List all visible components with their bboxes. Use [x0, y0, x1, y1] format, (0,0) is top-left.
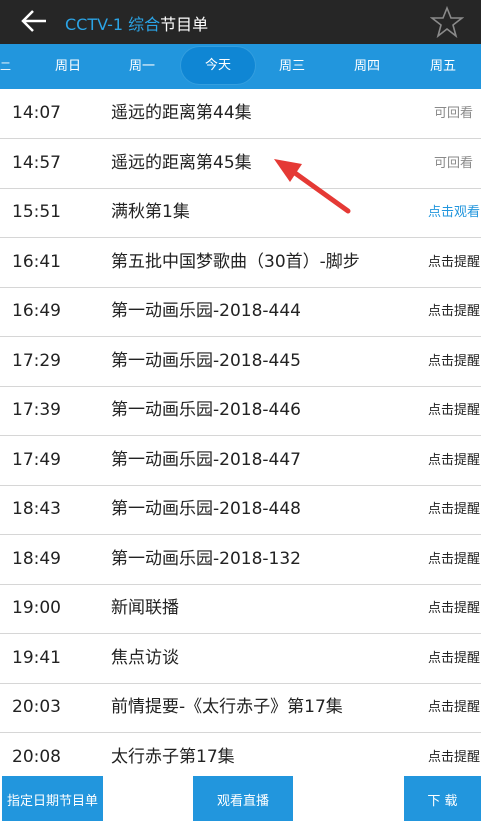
- program-row[interactable]: 17:29 第一动画乐园-2018-445 点击提醒: [0, 337, 481, 387]
- program-row[interactable]: 17:39 第一动画乐园-2018-446 点击提醒: [0, 386, 481, 436]
- watch-live-button[interactable]: 观看直播: [193, 776, 293, 821]
- remind-button[interactable]: 点击提醒: [428, 733, 480, 776]
- program-time: 14:57: [12, 153, 61, 173]
- program-time: 19:41: [12, 648, 61, 668]
- replay-label[interactable]: 可回看: [434, 139, 473, 188]
- program-title: 新闻联播: [111, 598, 179, 618]
- program-row[interactable]: 18:49 第一动画乐园-2018-132 点击提醒: [0, 535, 481, 585]
- page-title: CCTV-1 综合节目单: [65, 11, 208, 35]
- program-title: 焦点访谈: [111, 648, 179, 668]
- remind-button[interactable]: 点击提醒: [428, 238, 480, 287]
- program-title: 第一动画乐园-2018-447: [111, 450, 301, 470]
- replay-label[interactable]: 可回看: [434, 89, 473, 138]
- program-title: 第一动画乐园-2018-445: [111, 351, 301, 371]
- program-title: 第一动画乐园-2018-444: [111, 301, 301, 321]
- program-time: 15:51: [12, 202, 61, 222]
- program-title: 第一动画乐园-2018-132: [111, 549, 301, 569]
- remind-button[interactable]: 点击提醒: [428, 535, 480, 584]
- remind-button[interactable]: 点击提醒: [428, 386, 480, 435]
- title-suffix: 节目单: [160, 15, 209, 34]
- bottom-toolbar: 指定日期节目单 观看直播 下 载: [0, 776, 481, 821]
- remind-button[interactable]: 点击提醒: [428, 485, 480, 534]
- program-row[interactable]: 14:07 遥远的距离第44集 可回看: [0, 89, 481, 139]
- remind-button[interactable]: 点击提醒: [428, 584, 480, 633]
- remind-button[interactable]: 点击提醒: [428, 337, 480, 386]
- date-schedule-button[interactable]: 指定日期节目单: [2, 776, 103, 821]
- program-row[interactable]: 17:49 第一动画乐园-2018-447 点击提醒: [0, 436, 481, 486]
- tab-sunday[interactable]: 周日: [31, 44, 105, 89]
- tab-wednesday[interactable]: 周三: [255, 44, 329, 89]
- program-row[interactable]: 15:51 满秋第1集 点击观看: [0, 188, 481, 238]
- app-header: CCTV-1 综合节目单: [0, 0, 481, 44]
- program-title: 遥远的距离第44集: [111, 103, 252, 123]
- program-time: 16:41: [12, 252, 61, 272]
- program-time: 19:00: [12, 598, 61, 618]
- program-time: 20:03: [12, 697, 61, 717]
- tab-today[interactable]: 今天: [181, 47, 255, 84]
- program-time: 16:49: [12, 301, 61, 321]
- program-row[interactable]: 14:57 遥远的距离第45集 可回看: [0, 139, 481, 189]
- program-time: 17:29: [12, 351, 61, 371]
- program-time: 17:39: [12, 400, 61, 420]
- program-row[interactable]: 20:03 前情提要-《太行赤子》第17集 点击提醒: [0, 683, 481, 733]
- remind-button[interactable]: 点击提醒: [428, 287, 480, 336]
- tab-thursday[interactable]: 周四: [330, 44, 404, 89]
- tab-friday[interactable]: 周五: [406, 44, 480, 89]
- program-title: 前情提要-《太行赤子》第17集: [111, 697, 343, 717]
- channel-name: CCTV-1 综合: [65, 15, 161, 34]
- day-tabs: 二 周日 周一 今天 周三 周四 周五: [0, 44, 481, 89]
- program-title: 第一动画乐园-2018-446: [111, 400, 301, 420]
- remind-button[interactable]: 点击提醒: [428, 634, 480, 683]
- program-row[interactable]: 16:41 第五批中国梦歌曲（30首）-脚步 点击提醒: [0, 238, 481, 288]
- program-time: 17:49: [12, 450, 61, 470]
- program-row[interactable]: 20:08 太行赤子第17集 点击提醒: [0, 733, 481, 776]
- program-title: 第一动画乐园-2018-448: [111, 499, 301, 519]
- program-row[interactable]: 19:00 新闻联播 点击提醒: [0, 584, 481, 634]
- program-title: 满秋第1集: [111, 202, 190, 222]
- download-button[interactable]: 下 载: [404, 776, 481, 821]
- program-title: 太行赤子第17集: [111, 747, 235, 767]
- program-time: 20:08: [12, 747, 61, 767]
- program-title: 第五批中国梦歌曲（30首）-脚步: [111, 252, 360, 272]
- arrow-left-icon[interactable]: [16, 6, 52, 36]
- program-row[interactable]: 18:43 第一动画乐园-2018-448 点击提醒: [0, 485, 481, 535]
- program-row[interactable]: 16:49 第一动画乐园-2018-444 点击提醒: [0, 287, 481, 337]
- watch-button[interactable]: 点击观看: [428, 188, 480, 237]
- program-row[interactable]: 19:41 焦点访谈 点击提醒: [0, 634, 481, 684]
- program-time: 18:49: [12, 549, 61, 569]
- star-outline-icon[interactable]: [430, 5, 464, 39]
- tab-monday[interactable]: 周一: [105, 44, 179, 89]
- program-list[interactable]: 14:07 遥远的距离第44集 可回看 14:57 遥远的距离第45集 可回看 …: [0, 89, 481, 776]
- program-time: 18:43: [12, 499, 61, 519]
- program-time: 14:07: [12, 103, 61, 123]
- remind-button[interactable]: 点击提醒: [428, 436, 480, 485]
- tab-edge-fragment: 二: [0, 60, 11, 73]
- remind-button[interactable]: 点击提醒: [428, 683, 480, 732]
- program-title: 遥远的距离第45集: [111, 153, 252, 173]
